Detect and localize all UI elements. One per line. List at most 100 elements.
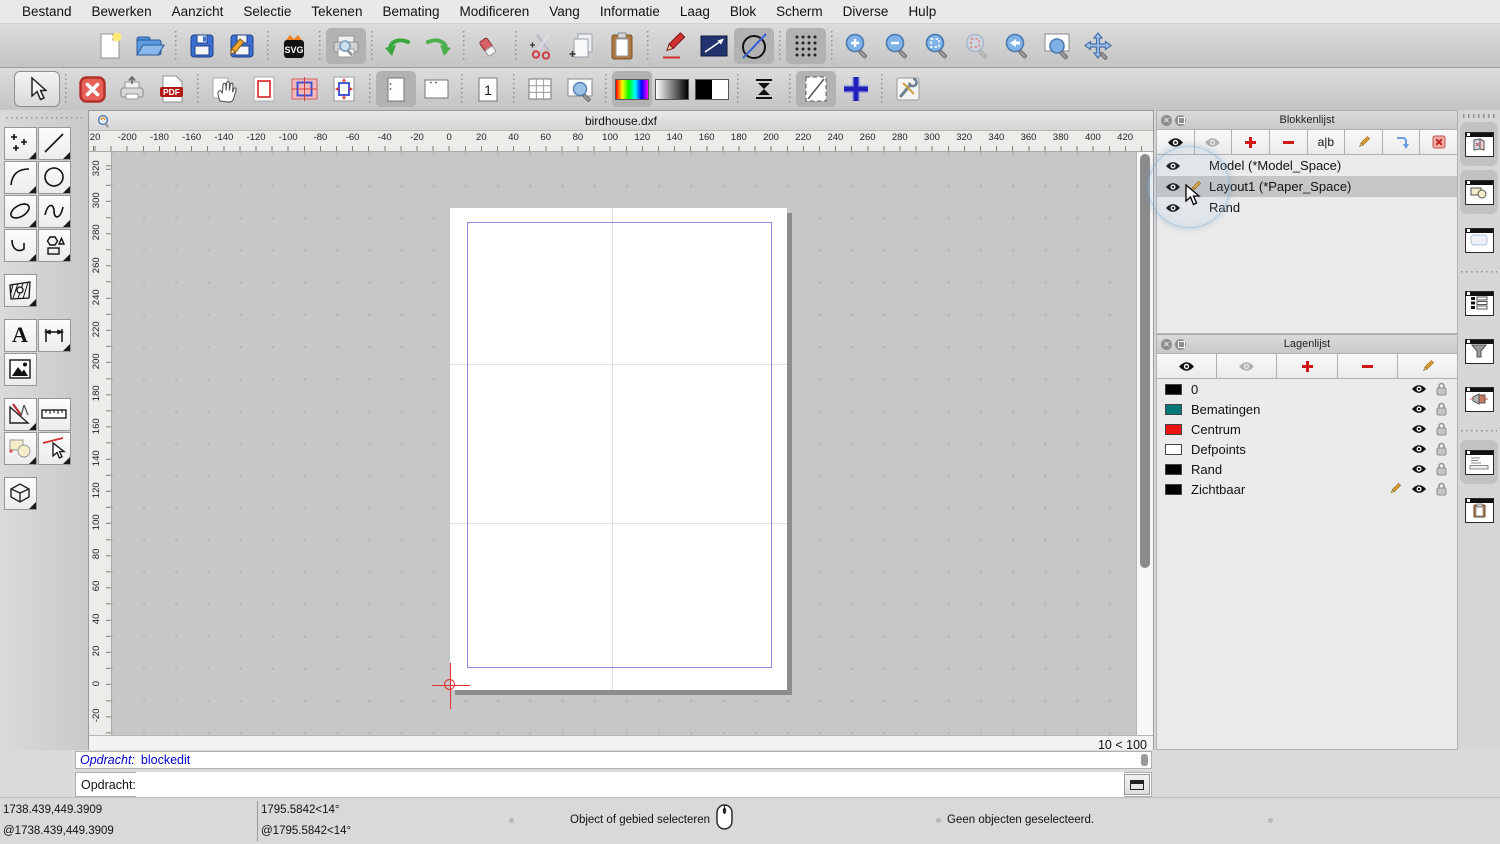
spline-tools-button[interactable] [38,195,71,228]
zoom-out-button[interactable] [878,28,918,64]
layer-visibility-eye-icon[interactable] [1411,464,1427,474]
layer-visibility-eye-icon[interactable] [1411,384,1427,394]
show-all-blocks-button[interactable] [1157,130,1195,154]
block-visibility-eye-icon[interactable] [1165,182,1181,192]
drawing-preferences-button[interactable] [888,71,928,107]
menu-item[interactable]: Bewerken [82,4,162,19]
circle-line-toggle-button[interactable] [734,28,774,64]
save-as-button[interactable] [222,28,262,64]
dock-layer-list-button[interactable] [1460,281,1498,325]
cut-button[interactable] [522,28,562,64]
circle-tools-button[interactable] [38,161,71,194]
zoom-in-button[interactable] [838,28,878,64]
arc-tools-button[interactable] [4,161,37,194]
crosshair-button[interactable] [836,71,876,107]
print-preview-button[interactable] [326,28,366,64]
close-panel-icon[interactable]: ✕ [1161,339,1172,350]
copy-button[interactable] [562,28,602,64]
layer-color-swatch[interactable] [1165,464,1182,475]
drafting-tools-button[interactable] [4,398,37,431]
save-button[interactable] [182,28,222,64]
layer-visibility-eye-icon[interactable] [1411,444,1427,454]
grid-toggle-button[interactable] [786,28,826,64]
menu-item[interactable]: Laag [670,4,720,19]
solid-tools-button[interactable] [4,477,37,510]
toggle-command-window-button[interactable] [1124,774,1150,795]
edit-layer-button[interactable] [1398,354,1457,378]
menu-item[interactable]: Bestand [12,4,82,19]
dock-clipboard-button[interactable] [1460,488,1498,532]
text-tool-button[interactable] [4,319,37,352]
zoom-window-button[interactable] [1038,28,1078,64]
hide-all-layers-button[interactable] [1217,354,1277,378]
full-color-button[interactable] [612,71,652,107]
menu-item[interactable]: Blok [720,4,766,19]
black-white-button[interactable] [692,71,732,107]
fit-height-button[interactable] [744,71,784,107]
purge-block-button[interactable] [1420,130,1457,154]
command-input[interactable] [136,772,1124,797]
fit-to-page-button[interactable] [324,71,364,107]
menu-item[interactable]: Modificeren [450,4,540,19]
edit-block-button[interactable] [1345,130,1383,154]
ellipse-tools-button[interactable] [4,195,37,228]
layer-visibility-eye-icon[interactable] [1411,424,1427,434]
draft-mode-button[interactable] [796,71,836,107]
dock-library-browser-button[interactable] [1460,377,1498,421]
zoom-page-button[interactable] [560,71,600,107]
open-file-button[interactable] [130,28,170,64]
pdf-export-button[interactable]: PDF [152,71,192,107]
block-list-row[interactable]: Model (*Model_Space) [1157,155,1457,176]
page-portrait-button[interactable] [376,71,416,107]
auto-zoom-button[interactable] [918,28,958,64]
command-history-scrollbar-thumb[interactable] [1141,754,1148,766]
layer-lock-icon[interactable] [1436,442,1447,456]
menu-item[interactable]: Scherm [766,4,833,19]
dock-block-list-button[interactable] [1460,122,1498,166]
layer-list-row[interactable]: 0 [1157,379,1457,399]
remove-layer-button[interactable] [1338,354,1398,378]
dock-drag-handle[interactable] [1463,114,1495,118]
hatch-tool-button[interactable] [4,274,37,307]
layer-list-row[interactable]: Rand [1157,459,1457,479]
new-file-button[interactable] [90,28,130,64]
layer-color-swatch[interactable] [1165,444,1182,455]
redo-button[interactable] [418,28,458,64]
page-landscape-button[interactable] [416,71,456,107]
delete-eraser-button[interactable] [470,28,510,64]
layer-color-swatch[interactable] [1165,484,1182,495]
dock-selection-filter-button[interactable] [1460,170,1498,214]
show-paper-borders-button[interactable] [244,71,284,107]
previous-view-button[interactable] [998,28,1038,64]
vertical-scrollbar-thumb[interactable] [1140,154,1150,568]
layer-visibility-eye-icon[interactable] [1411,404,1427,414]
block-list-row[interactable]: Rand [1157,197,1457,218]
grayscale-button[interactable] [652,71,692,107]
layer-lock-icon[interactable] [1436,382,1447,396]
close-button[interactable] [72,71,112,107]
layer-lock-icon[interactable] [1436,462,1447,476]
measure-tool-button[interactable] [38,398,71,431]
float-panel-icon[interactable] [1175,115,1186,126]
multi-page-grid-button[interactable] [520,71,560,107]
polyline-tools-button[interactable] [4,229,37,262]
layer-list-row[interactable]: Zichtbaar [1157,479,1457,499]
pan-hand-button[interactable] [204,71,244,107]
svg-export-button[interactable]: SVG [274,28,314,64]
show-all-layers-button[interactable] [1157,354,1217,378]
single-page-button[interactable]: 1 [468,71,508,107]
image-tool-button[interactable] [4,353,37,386]
layer-color-swatch[interactable] [1165,404,1182,415]
remove-block-button[interactable] [1270,130,1308,154]
drawing-window-titlebar[interactable]: birdhouse.dxf [89,111,1153,131]
block-list-row[interactable]: Layout1 (*Paper_Space) [1157,176,1457,197]
block-tools-button[interactable] [4,432,37,465]
float-panel-icon[interactable] [1175,339,1186,350]
layer-color-swatch[interactable] [1165,384,1182,395]
block-visibility-eye-icon[interactable] [1165,203,1181,213]
pan-button[interactable] [1078,28,1118,64]
point-tools-button[interactable] [4,127,37,160]
palette-drag-handle[interactable] [6,115,82,120]
dimension-tools-button[interactable] [38,319,71,352]
layer-visibility-eye-icon[interactable] [1411,484,1427,494]
